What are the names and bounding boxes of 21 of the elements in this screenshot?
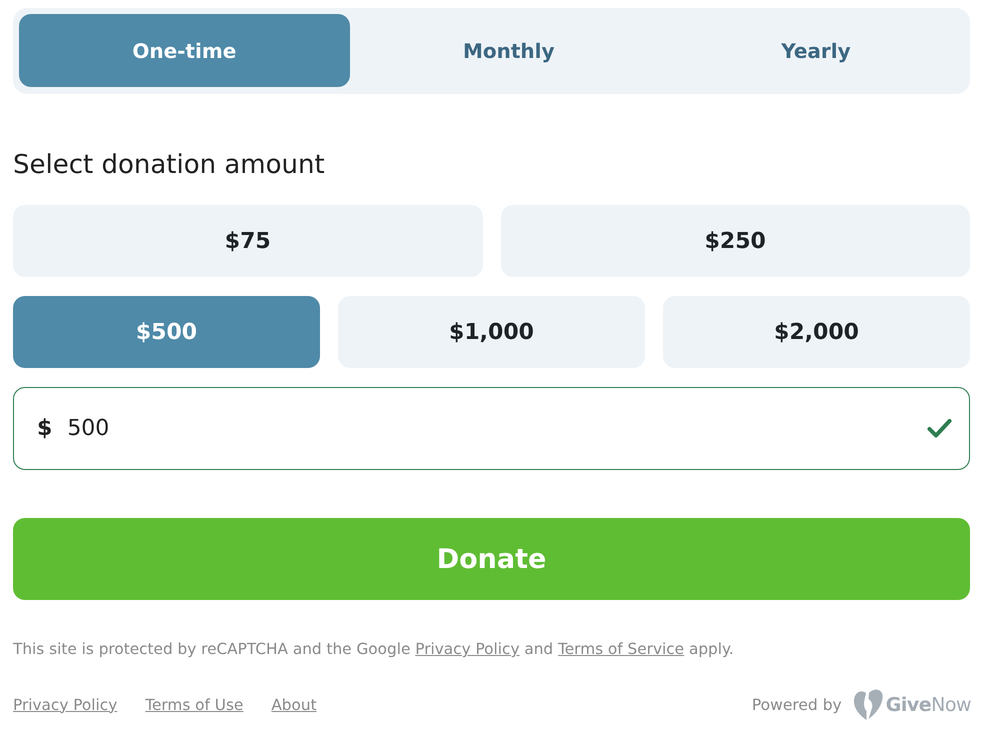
recaptcha-notice: This site is protected by reCAPTCHA and the Google Privacy Policy and Terms of Service apply. [13,639,735,659]
amount-field[interactable]: $ 500 [13,387,970,470]
amount-option[interactable]: $2,000 [663,296,970,368]
amount-option[interactable]: $75 [13,205,482,277]
footer-link[interactable]: Terms of Use [145,694,244,714]
notice-link[interactable]: Privacy Policy [415,640,520,658]
footer-link[interactable]: About [271,694,317,714]
amount-option[interactable]: $1,000 [338,296,645,368]
footer-link[interactable]: Privacy Policy [13,694,118,714]
logo-text: GiveNow [886,692,971,716]
amount-option[interactable]: $500 [13,296,320,368]
section-heading: Select donation amount [13,149,326,181]
currency-symbol: $ [37,416,52,441]
amount-option[interactable]: $250 [500,205,970,277]
frequency-tab[interactable]: Yearly [668,14,964,87]
heart-logo-icon [852,687,883,722]
powered-by-label: Powered by [752,694,842,714]
frequency-tab[interactable]: Monthly [350,14,668,87]
notice-link[interactable]: Terms of Service [558,640,684,658]
amount-input[interactable]: 500 [67,414,927,444]
frequency-tab[interactable]: One-time [19,14,350,87]
